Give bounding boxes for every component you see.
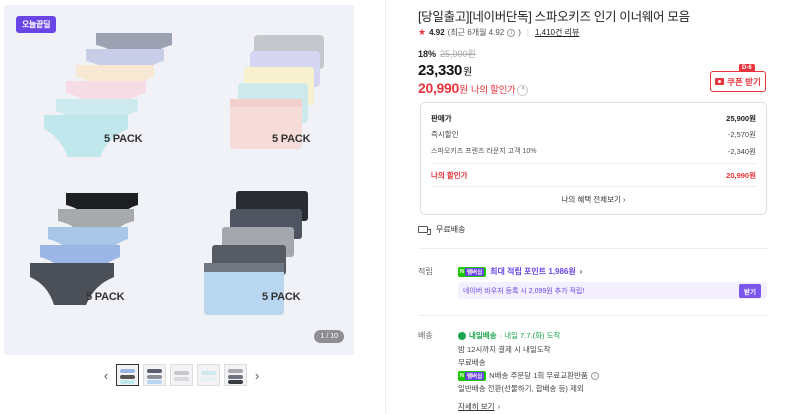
thumbnail-strip: ‹ › [100, 362, 263, 388]
original-price-row: 18% 25,900원 [418, 47, 476, 60]
column-divider [385, 0, 386, 414]
delivery-free: 무료배송 [458, 358, 486, 367]
coupon-dday-badge: D-6 [739, 64, 755, 72]
naver-plus-badge: N 멤버십 [458, 370, 487, 381]
info-icon[interactable]: i [590, 371, 599, 380]
today-deal-badge: 오늘끝딜 [16, 16, 57, 33]
get-voucher-button[interactable]: 받기 [739, 283, 761, 298]
star-icon: ★ [418, 27, 427, 37]
sale-price: 23,330원 [418, 62, 472, 79]
price-breakdown-box: 판매가 25,900원 즉시할인 -2,570원 스파오키즈 프렌즈 라운지 고객 … [420, 102, 767, 215]
next-arrow-icon[interactable]: › [251, 368, 263, 383]
check-icon [458, 331, 466, 340]
rating-row: ★ 4.92 (최근 6개월 4.92 i) | 1,410건 리뷰 [418, 27, 580, 38]
thumbnail[interactable] [143, 364, 166, 386]
boxers-pastel-stack [230, 35, 324, 149]
thumbnail[interactable] [197, 364, 220, 386]
pack-label: 5 PACK [104, 133, 143, 145]
chevron-up-icon[interactable]: ^ [517, 85, 529, 96]
info-icon[interactable]: i [507, 28, 516, 37]
product-title: [당일출고][네이버단독] 스파오키즈 인기 이너웨어 모음 [418, 10, 690, 24]
truck-icon [418, 226, 431, 235]
coupon-icon [715, 78, 725, 85]
thumbnail[interactable] [116, 364, 139, 386]
delivery-section-label: 배송 [418, 331, 433, 340]
pack-label: 5 PACK [86, 291, 125, 303]
delivery-arrival: 내일배송 · 내일 7.7.(화) 도착 [458, 330, 560, 341]
free-shipping: 무료배송 [418, 224, 465, 235]
briefs-dark-stack [30, 193, 138, 305]
delivery-excluded: 일반배송 전환(선물하기, 합배송 등) 제외 [458, 384, 584, 393]
free-return-row: N 멤버십 N배송 주문당 1회 무료교환반품 i [458, 370, 599, 381]
delivery-cutoff: 밤 12시까지 결제 시 내일도착 [458, 345, 551, 354]
pack-label: 5 PACK [262, 291, 301, 303]
product-image [30, 33, 324, 315]
coupon-download-button[interactable]: 쿠폰 받기 [710, 71, 766, 92]
my-discount-price[interactable]: 20,990원 나의 할인가 ^ [418, 80, 529, 96]
price-row: 즉시할인 -2,570원 [431, 130, 756, 139]
price-row: 스파오키즈 프렌즈 라운지 고객 10% -2,340원 [431, 147, 756, 156]
thumbnail[interactable] [170, 364, 193, 386]
thumbnail[interactable] [224, 364, 247, 386]
all-benefits-link[interactable]: 나의 혜택 전체보기 › [421, 194, 766, 205]
product-image-gallery[interactable]: 오늘끝딜 5 PACK 5 PACK 5 PACK 5 PACK 1 / 10 [4, 5, 354, 355]
pack-label: 5 PACK [272, 133, 311, 145]
points-section-label: 적립 [418, 267, 433, 276]
voucher-banner[interactable]: 네이버 바우처 등록 시 2,099원 추가 적립! 받기 [458, 282, 767, 299]
original-price: 25,900원 [440, 49, 476, 59]
rating-detail: (최근 6개월 4.92 [447, 28, 505, 37]
prev-arrow-icon[interactable]: ‹ [100, 368, 112, 383]
rating-value: 4.92 [429, 28, 445, 37]
delivery-detail-link[interactable]: 자세히 보기 › [458, 401, 500, 412]
discount-rate: 18% [418, 49, 437, 59]
image-counter: 1 / 10 [314, 330, 344, 343]
price-row-total: 나의 할인가 20,990원 [431, 171, 756, 180]
max-points-row[interactable]: N 멤버십 최대 적립 포인트 1,986원 › [458, 266, 582, 277]
price-row: 판매가 25,900원 [431, 114, 756, 123]
naver-plus-badge: N 멤버십 [458, 266, 487, 277]
review-count-link[interactable]: 1,410건 리뷰 [535, 27, 579, 38]
